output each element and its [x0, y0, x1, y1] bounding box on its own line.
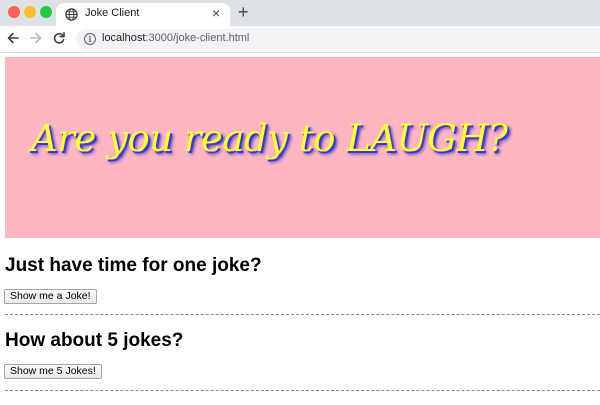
five-jokes-heading: How about 5 jokes?	[5, 330, 184, 351]
laugh-banner: Are you ready to LAUGH?	[5, 57, 600, 238]
section-divider	[5, 314, 600, 315]
forward-arrow-icon[interactable]	[28, 29, 44, 47]
address-bar[interactable]: i localhost:3000/joke-client.html	[76, 29, 600, 49]
new-tab-icon[interactable]: +	[238, 2, 249, 22]
browser-tab[interactable]: Joke Client ×	[56, 3, 230, 26]
url-host: localhost	[102, 32, 146, 44]
url-path: :3000/joke-client.html	[145, 32, 250, 44]
show-one-joke-button[interactable]: Show me a Joke!	[4, 289, 97, 304]
show-five-jokes-button[interactable]: Show me 5 Jokes!	[4, 364, 102, 379]
section-divider	[5, 390, 600, 391]
close-window-button[interactable]	[8, 6, 20, 18]
banner-text: Are you ready to LAUGH?	[31, 117, 508, 160]
page-content: Are you ready to LAUGH? Just have time f…	[0, 53, 600, 405]
browser-toolbar: i localhost:3000/joke-client.html	[0, 26, 600, 53]
reload-icon[interactable]	[51, 30, 67, 48]
globe-icon	[65, 8, 78, 21]
maximize-window-button[interactable]	[40, 6, 52, 18]
url-text: localhost:3000/joke-client.html	[102, 32, 249, 44]
minimize-window-button[interactable]	[24, 6, 36, 18]
tab-title: Joke Client	[85, 7, 140, 19]
site-info-icon[interactable]: i	[84, 33, 96, 45]
tab-close-icon[interactable]: ×	[212, 5, 220, 21]
browser-tab-bar: Joke Client × +	[0, 0, 600, 26]
one-joke-heading: Just have time for one joke?	[5, 255, 262, 276]
back-arrow-icon[interactable]	[5, 29, 21, 47]
